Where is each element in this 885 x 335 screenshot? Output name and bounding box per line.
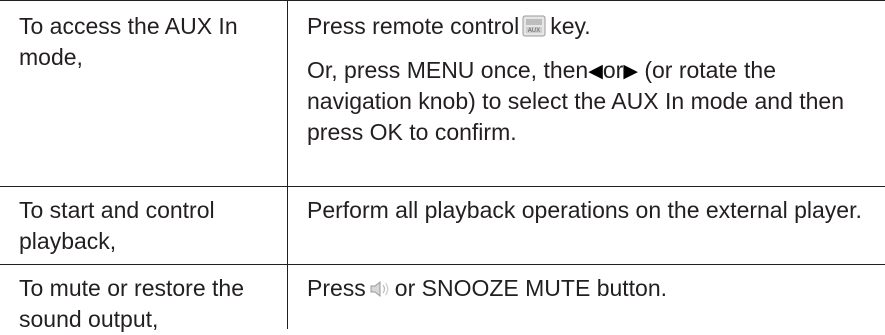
action-cell: To access the AUX In mode, [19, 13, 238, 70]
instruction-cell: Or, press MENU once, then◀or▶ (or rotate… [307, 55, 867, 148]
instruction-table: To access the AUX In mode, Press remote … [0, 0, 885, 332]
mute-icon [369, 276, 391, 307]
instruction-cell: Perform all playback operations on the e… [307, 197, 862, 223]
instruction-text: or SNOOZE MUTE button. [394, 275, 668, 301]
svg-text:AUX: AUX [528, 27, 541, 34]
instruction-text: or [602, 57, 624, 83]
instruction-text: key. [550, 13, 591, 39]
action-cell: To mute or restore the sound output, [19, 275, 244, 332]
table-row: To mute or restore the sound output, Pre… [0, 265, 885, 332]
instruction-text: Press [307, 275, 366, 301]
instruction-text: Press remote control [307, 13, 520, 39]
table-row: To access the AUX In mode, Press remote … [0, 0, 885, 187]
instruction-cell: Press remote control AUX key. [307, 11, 867, 45]
instruction-text: Or, press MENU once, then [307, 57, 589, 83]
instruction-cell: Press or SNOOZE MUTE button. [307, 273, 867, 307]
right-arrow-icon: ▶ [623, 61, 638, 82]
table-row: To start and control playback, Perform a… [0, 187, 885, 265]
action-cell: To start and control playback, [19, 197, 215, 254]
aux-key-icon: AUX [522, 14, 546, 45]
left-arrow-icon: ◀ [588, 61, 603, 82]
